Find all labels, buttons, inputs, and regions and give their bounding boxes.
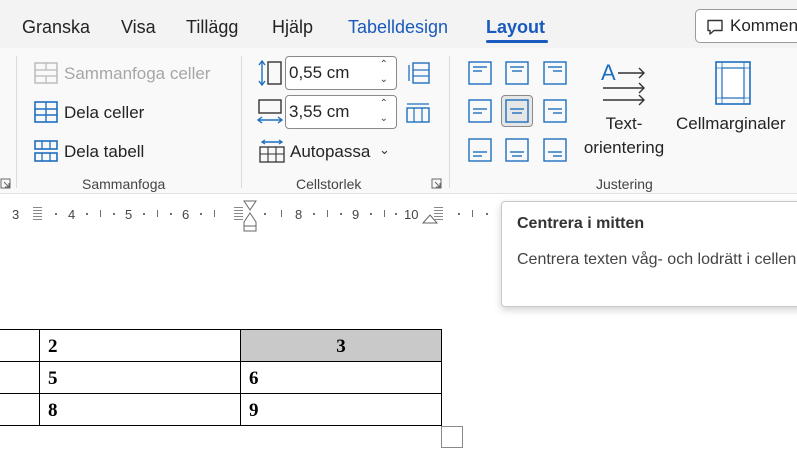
ribbon-tab-bar: Granska Visa Tillägg Hjälp Tabelldesign … [0, 0, 797, 48]
column-marker-icon[interactable] [33, 207, 42, 220]
tab-layout[interactable]: Layout [486, 17, 545, 38]
document-table[interactable]: 2 3 5 6 8 9 [0, 329, 442, 426]
row-height-spinner[interactable]: 0,55 cm ⌃ ⌄ [285, 56, 397, 90]
table-cell[interactable] [0, 361, 40, 394]
ruler-label: 10 [404, 207, 419, 222]
tab-visa[interactable]: Visa [121, 17, 156, 38]
row-height-icon [258, 60, 282, 86]
table-cell[interactable] [0, 329, 40, 362]
ruler-label: 6 [182, 207, 190, 222]
ribbon: Sammanfoga celler Dela celler Dela tabel… [0, 48, 797, 194]
ruler-label: 5 [125, 207, 133, 222]
column-marker-icon[interactable] [434, 207, 443, 220]
svg-text:A: A [601, 60, 616, 85]
table-row: 5 6 [0, 361, 442, 394]
table-cell[interactable]: 8 [39, 393, 241, 426]
active-tab-indicator [486, 40, 548, 43]
align-bottom-center-button[interactable] [501, 134, 533, 166]
table-cell[interactable]: 5 [39, 361, 241, 394]
table-cell[interactable]: 2 [39, 329, 241, 362]
align-bottom-left-icon [468, 138, 492, 162]
ruler-label: 9 [352, 207, 360, 222]
table-cell[interactable]: 9 [240, 393, 442, 426]
text-direction-icon: A [601, 60, 645, 106]
align-top-right-button[interactable] [539, 57, 571, 89]
column-width-icon [257, 99, 283, 124]
table-resize-handle[interactable] [441, 426, 463, 448]
tooltip-title: Centrera i mitten [517, 215, 645, 232]
tooltip: Centrera i mitten Centrera texten våg- o… [501, 201, 797, 307]
merge-cells-button[interactable]: Sammanfoga celler [64, 64, 210, 84]
tooltip-body: Centrera texten våg- och lodrätt i celle… [517, 251, 797, 268]
selected-table-cell[interactable]: 3 [240, 329, 442, 362]
distribute-columns-icon[interactable] [406, 101, 430, 123]
text-direction-label-1: Text- [605, 114, 643, 133]
word-window: Granska Visa Tillägg Hjälp Tabelldesign … [0, 0, 797, 469]
align-middle-center-button[interactable] [501, 95, 533, 127]
table-cell[interactable] [0, 393, 40, 426]
cellsize-launcher-icon[interactable] [431, 178, 442, 189]
autofit-icon [259, 139, 285, 163]
align-middle-right-button[interactable] [539, 95, 571, 127]
text-direction-button[interactable]: Text- orientering [580, 112, 668, 160]
align-top-left-icon [468, 61, 492, 85]
comments-button[interactable]: Kommentarer [695, 9, 797, 43]
split-table-button[interactable]: Dela tabell [64, 142, 144, 162]
cell-margins-button[interactable]: Cellmarginaler [676, 114, 786, 134]
tab-tillagg[interactable]: Tillägg [186, 17, 238, 38]
distribute-rows-icon[interactable] [406, 62, 430, 84]
align-middle-left-icon [468, 99, 492, 123]
tab-granska[interactable]: Granska [22, 17, 90, 38]
ruler-label: 3 [12, 207, 20, 222]
spin-down-icon[interactable]: ⌄ [380, 113, 388, 124]
split-cells-icon [34, 101, 58, 123]
align-middle-center-icon [505, 99, 529, 123]
align-middle-left-button[interactable] [464, 95, 496, 127]
group-separator [16, 56, 17, 188]
table-cell[interactable]: 6 [240, 361, 442, 394]
merge-cells-icon [34, 62, 58, 84]
autofit-button[interactable]: Autopassa [290, 142, 370, 162]
align-bottom-center-icon [505, 138, 529, 162]
alignment-group-label: Justering [596, 176, 653, 192]
spin-up-icon[interactable]: ⌃ [380, 59, 388, 70]
split-cells-button[interactable]: Dela celler [64, 103, 144, 123]
group-separator [241, 56, 242, 188]
cellsize-group-label: Cellstorlek [296, 176, 362, 192]
align-top-center-button[interactable] [501, 57, 533, 89]
align-top-right-icon [543, 61, 567, 85]
split-table-icon [34, 140, 58, 162]
align-top-center-icon [505, 61, 529, 85]
comments-label: Kommentarer [730, 16, 797, 35]
chevron-down-icon[interactable]: ⌄ [379, 142, 390, 158]
align-middle-right-icon [543, 99, 567, 123]
group-separator [449, 56, 450, 188]
align-bottom-left-button[interactable] [464, 134, 496, 166]
table-row: 8 9 [0, 393, 442, 426]
row-height-value: 0,55 cm [289, 63, 350, 82]
indent-marker-icon[interactable] [242, 200, 258, 232]
spin-up-icon[interactable]: ⌃ [380, 98, 388, 109]
text-direction-label-2: orientering [583, 138, 665, 157]
ruler-label: 4 [68, 207, 76, 222]
column-width-value: 3,55 cm [289, 102, 350, 121]
cell-margins-icon [715, 61, 751, 105]
ruler-label: 8 [295, 207, 303, 222]
align-bottom-right-icon [543, 138, 567, 162]
prev-group-launcher-icon[interactable] [0, 178, 11, 189]
tab-hjalp[interactable]: Hjälp [272, 17, 313, 38]
column-width-spinner[interactable]: 3,55 cm ⌃ ⌄ [285, 95, 397, 129]
table-row: 2 3 [0, 329, 442, 362]
align-bottom-right-button[interactable] [539, 134, 571, 166]
spin-down-icon[interactable]: ⌄ [380, 74, 388, 85]
merge-group-label: Sammanfoga [82, 176, 166, 192]
align-top-left-button[interactable] [464, 57, 496, 89]
tab-tabelldesign[interactable]: Tabelldesign [348, 17, 448, 38]
comment-icon [707, 19, 723, 35]
horizontal-ruler[interactable]: 3 4 5 6 8 9 10 [0, 196, 500, 232]
